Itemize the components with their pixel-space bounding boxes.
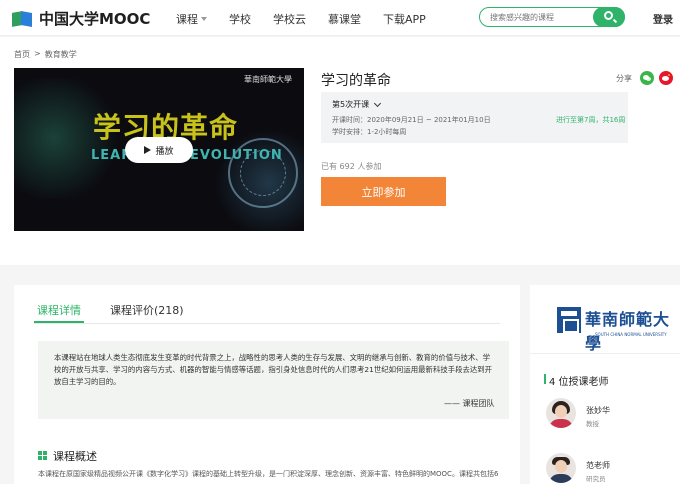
cover-university-mark: 華南師範大學 <box>244 75 292 84</box>
tab-course-reviews[interactable]: 课程评价(218) <box>110 302 184 318</box>
university-side-card: 華南師範大學 SOUTH CHINA NORMAL UNIVERSITY 4 位… <box>530 285 680 484</box>
search-button[interactable] <box>593 7 625 27</box>
teacher-title: 教授 <box>586 420 599 428</box>
nav-download-app[interactable]: 下载APP <box>383 11 426 27</box>
overview-title: 课程概述 <box>53 450 97 463</box>
schedule: 学时安排：1-2小时每周 <box>332 128 407 136</box>
top-header: 中国大学MOOC 课程 学校 学校云 慕课堂 下载APP 登录 <box>0 0 680 36</box>
nav-mooc-class[interactable]: 慕课堂 <box>328 11 361 27</box>
teacher-name: 范老师 <box>586 461 610 470</box>
open-time: 开课时间：2020年09月21日 ~ 2021年01月10日 <box>332 116 491 124</box>
term-label: 第5次开课 <box>332 100 370 109</box>
university-seal-icon <box>557 307 581 333</box>
logo-icon <box>12 10 34 28</box>
term-select[interactable]: 第5次开课 <box>332 99 382 110</box>
weibo-share-icon[interactable] <box>659 71 673 85</box>
course-title: 学习的革命 <box>321 73 391 89</box>
teacher-item[interactable]: 张妙华 教授 <box>546 398 676 432</box>
search-icon <box>604 11 613 20</box>
intro-text: 本课程站在地球人类生态彻底发生变革的时代背景之上，战略性的思考人类的生存与发展、… <box>54 353 493 386</box>
teachers-heading: 4 位授课老师 <box>544 373 609 388</box>
play-icon <box>144 146 152 154</box>
play-label: 播放 <box>155 146 174 157</box>
course-cover-video[interactable]: 華南師範大學 学习的革命 LEARNING REVOLUTION 播放 <box>14 68 304 231</box>
term-info-box: 第5次开课 开课时间：2020年09月21日 ~ 2021年01月10日 学时安… <box>321 92 628 143</box>
login-link[interactable]: 登录 <box>653 11 673 26</box>
teacher-name: 张妙华 <box>586 406 610 415</box>
site-logo[interactable]: 中国大学MOOC <box>12 8 150 29</box>
tab-course-details[interactable]: 课程详情 <box>37 302 81 318</box>
overview-text: 本课程在原国家级精品视频公开课《数字化学习》课程的基础上转型升级，是一门积淀深厚… <box>38 470 499 478</box>
course-progress: 进行至第7周，共16周 <box>556 116 626 124</box>
enrolled-count: 已有 692 人参加 <box>321 162 382 171</box>
course-detail-card: 课程详情 课程评价(218) 本课程站在地球人类生态彻底发生变革的时代背景之上，… <box>14 285 520 484</box>
avatar <box>546 453 576 483</box>
logo-text: 中国大学MOOC <box>39 10 151 28</box>
share-label: 分享 <box>616 74 632 83</box>
university-name-en: SOUTH CHINA NORMAL UNIVERSITY <box>595 332 667 337</box>
play-button[interactable]: 播放 <box>125 137 193 163</box>
wechat-share-icon[interactable] <box>640 71 654 85</box>
breadcrumb-category[interactable]: 教育教学 <box>45 49 77 60</box>
nav-courses-label: 课程 <box>176 13 198 26</box>
nav-courses[interactable]: 课程 <box>176 11 207 27</box>
nav-schools[interactable]: 学校 <box>229 11 251 27</box>
main-nav: 课程 学校 学校云 慕课堂 下载APP <box>176 11 448 27</box>
teacher-item[interactable]: 范老师 研究员 <box>546 453 676 484</box>
tab-divider <box>34 323 500 324</box>
chevron-down-icon <box>374 99 382 107</box>
course-header-section: 首页 > 教育教学 華南師範大學 学习的革命 LEARNING REVOLUTI… <box>0 37 680 265</box>
join-button[interactable]: 立即参加 <box>321 177 446 206</box>
breadcrumb-separator: > <box>34 49 41 58</box>
teacher-title: 研究员 <box>586 475 606 483</box>
avatar <box>546 398 576 428</box>
nav-school-cloud[interactable]: 学校云 <box>273 11 306 27</box>
university-logo[interactable]: 華南師範大學 SOUTH CHINA NORMAL UNIVERSITY <box>557 305 675 353</box>
search-box <box>479 7 625 27</box>
breadcrumb: 首页 > 教育教学 <box>14 49 81 60</box>
side-divider <box>530 353 680 354</box>
university-name-cn: 華南師範大學 <box>585 310 671 353</box>
intro-signature: —— 课程团队 <box>444 399 495 408</box>
search-input[interactable] <box>490 10 590 24</box>
caret-down-icon <box>201 17 207 21</box>
course-intro-box: 本课程站在地球人类生态彻底发生变革的时代背景之上，战略性的思考人类的生存与发展、… <box>38 341 509 419</box>
grid-icon <box>38 451 47 460</box>
breadcrumb-home[interactable]: 首页 <box>14 49 30 60</box>
